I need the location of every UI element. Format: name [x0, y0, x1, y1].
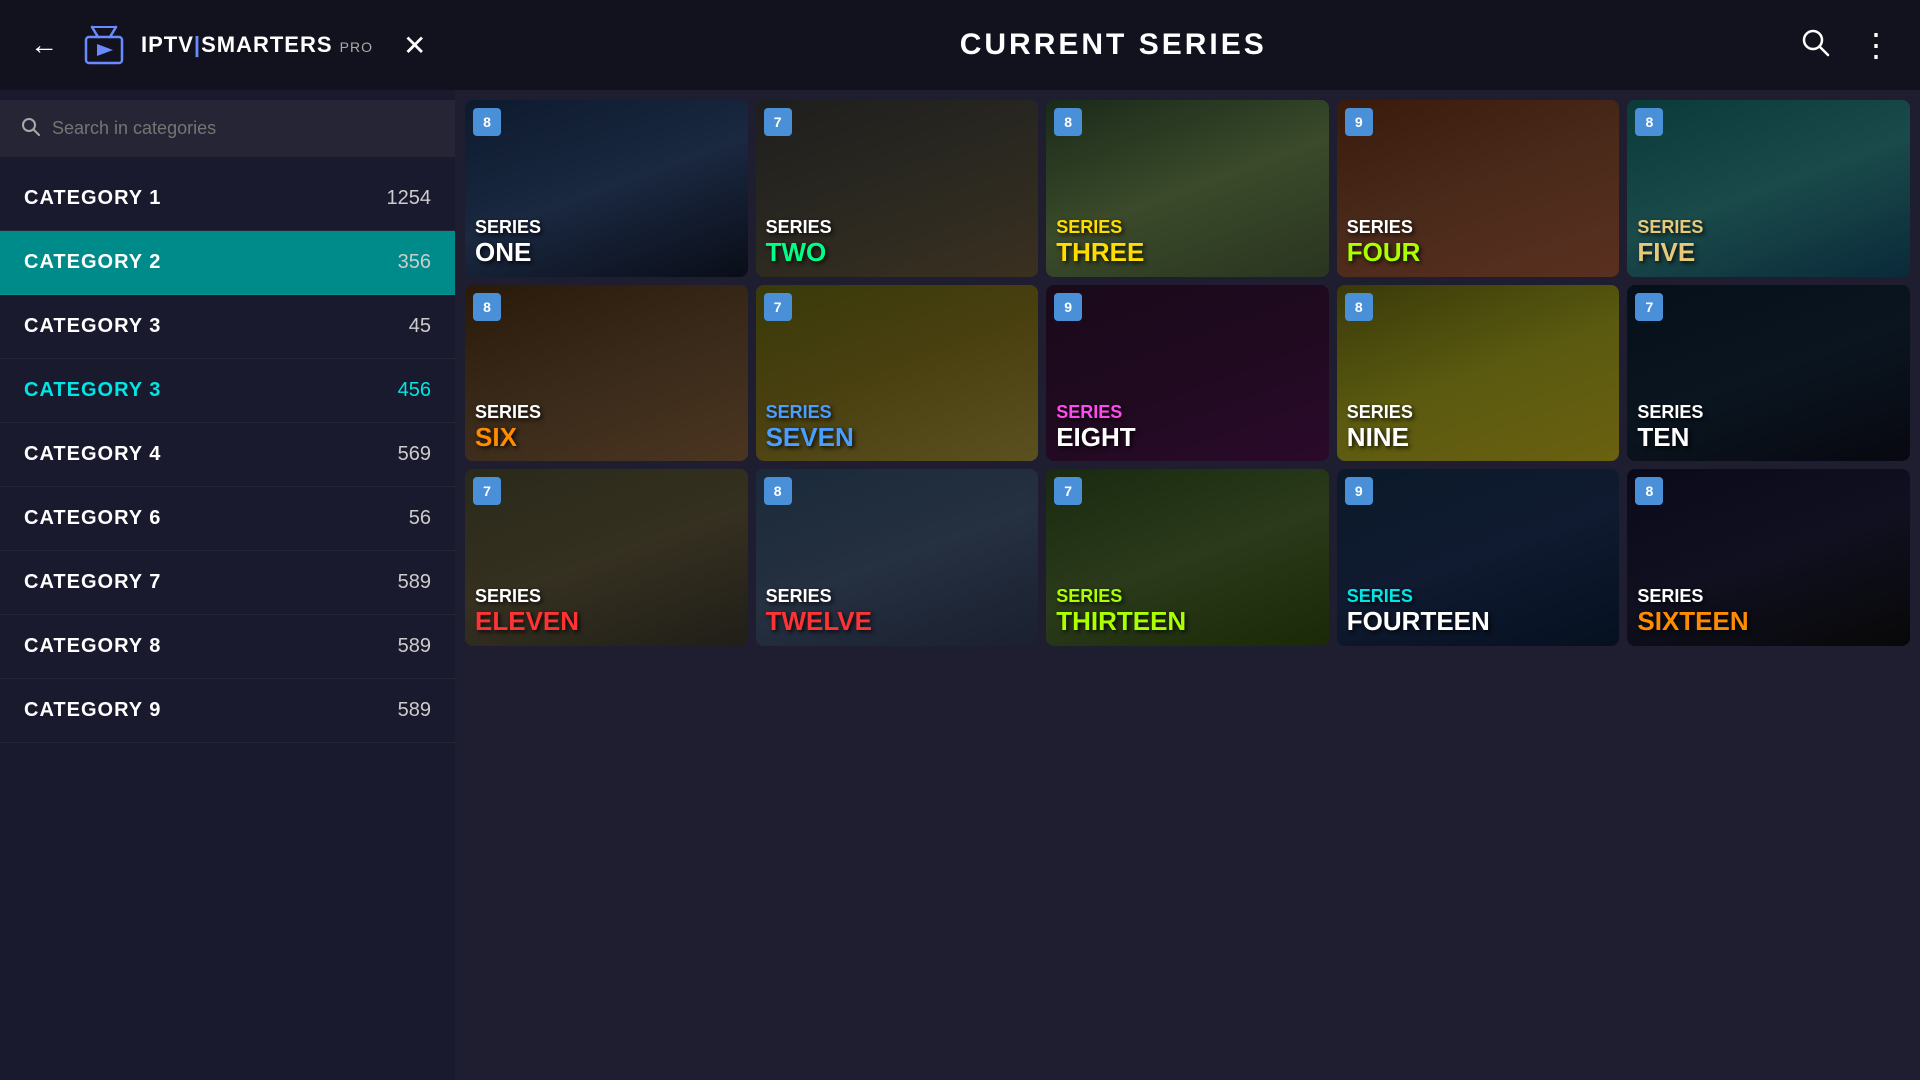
main-content: CATEGORY 1 1254 CATEGORY 2 356 CATEGORY …: [0, 90, 1920, 1080]
category-name: CATEGORY 9: [24, 699, 161, 722]
card-10[interactable]: 7 SERIES TEN: [1627, 285, 1910, 462]
close-button[interactable]: ✕: [403, 29, 426, 62]
card-badge: 7: [764, 108, 792, 136]
card-title: SERIES FOURTEEN: [1347, 587, 1610, 635]
sidebar-item-3[interactable]: CATEGORY 3 456: [0, 359, 455, 423]
card-badge: 8: [1345, 293, 1373, 321]
card-badge: 8: [473, 293, 501, 321]
card-badge: 7: [1054, 477, 1082, 505]
card-title: SERIES SIX: [475, 403, 738, 451]
card-4[interactable]: 9 SERIES FOUR: [1337, 100, 1620, 277]
categories-list: CATEGORY 1 1254 CATEGORY 2 356 CATEGORY …: [0, 167, 455, 743]
card-title: SERIES ELEVEN: [475, 587, 738, 635]
card-badge: 8: [1054, 108, 1082, 136]
category-count: 45: [409, 315, 431, 338]
search-icon[interactable]: [1800, 27, 1830, 64]
card-badge: 7: [764, 293, 792, 321]
search-bar[interactable]: [0, 100, 455, 157]
category-count: 589: [398, 571, 431, 594]
category-count: 456: [398, 379, 431, 402]
card-9[interactable]: 8 SERIES NINE: [1337, 285, 1620, 462]
category-count: 1254: [387, 187, 432, 210]
card-title: SERIES FOUR: [1347, 218, 1610, 266]
sidebar-item-6[interactable]: CATEGORY 7 589: [0, 551, 455, 615]
card-14[interactable]: 9 SERIES FOURTEEN: [1337, 469, 1620, 646]
sidebar-item-2[interactable]: CATEGORY 3 45: [0, 295, 455, 359]
card-badge: 7: [473, 477, 501, 505]
card-12[interactable]: 8 SERIES TWELVE: [756, 469, 1039, 646]
sidebar-item-7[interactable]: CATEGORY 8 589: [0, 615, 455, 679]
category-name: CATEGORY 3: [24, 315, 161, 338]
search-input[interactable]: [52, 118, 435, 139]
card-title: SERIES ONE: [475, 218, 738, 266]
category-name: CATEGORY 8: [24, 635, 161, 658]
header-left: ← IPTV|SMARTERS PRO ✕: [30, 19, 426, 71]
sidebar-item-5[interactable]: CATEGORY 6 56: [0, 487, 455, 551]
card-title: SERIES THREE: [1056, 218, 1319, 266]
back-button[interactable]: ←: [30, 29, 58, 61]
card-title: SERIES FIVE: [1637, 218, 1900, 266]
card-11[interactable]: 7 SERIES ELEVEN: [465, 469, 748, 646]
menu-icon[interactable]: ⋮: [1860, 26, 1890, 64]
sidebar-item-4[interactable]: CATEGORY 4 569: [0, 423, 455, 487]
sidebar-item-8[interactable]: CATEGORY 9 589: [0, 679, 455, 743]
card-badge: 9: [1345, 477, 1373, 505]
header: ← IPTV|SMARTERS PRO ✕ CURRENT SERIES: [0, 0, 1920, 90]
sidebar-item-1[interactable]: CATEGORY 2 356: [0, 231, 455, 295]
card-title: SERIES NINE: [1347, 403, 1610, 451]
card-title: SERIES TWO: [766, 218, 1029, 266]
card-badge: 8: [473, 108, 501, 136]
card-title: SERIES TWELVE: [766, 587, 1029, 635]
header-right: ⋮: [1800, 26, 1890, 64]
category-name: CATEGORY 2: [24, 251, 161, 274]
card-badge: 8: [1635, 108, 1663, 136]
category-count: 589: [398, 699, 431, 722]
category-count: 356: [398, 251, 431, 274]
search-bar-icon: [20, 116, 40, 141]
logo-text: IPTV|SMARTERS PRO: [141, 32, 373, 58]
card-title: SERIES SIXTEEN: [1637, 587, 1900, 635]
card-7[interactable]: 7 SERIES SEVEN: [756, 285, 1039, 462]
sidebar-item-0[interactable]: CATEGORY 1 1254: [0, 167, 455, 231]
card-badge: 8: [1635, 477, 1663, 505]
category-name: CATEGORY 1: [24, 187, 161, 210]
sidebar: CATEGORY 1 1254 CATEGORY 2 356 CATEGORY …: [0, 90, 455, 1080]
page-title: CURRENT SERIES: [960, 28, 1267, 62]
card-title: SERIES SEVEN: [766, 403, 1029, 451]
card-badge: 9: [1345, 108, 1373, 136]
card-6[interactable]: 8 SERIES SIX: [465, 285, 748, 462]
category-count: 589: [398, 635, 431, 658]
card-badge: 8: [764, 477, 792, 505]
card-badge: 9: [1054, 293, 1082, 321]
logo-iptv: IPTV|SMARTERS PRO: [141, 32, 373, 57]
card-13[interactable]: 7 SERIES THIRTEEN: [1046, 469, 1329, 646]
card-15[interactable]: 8 SERIES SIXTEEN: [1627, 469, 1910, 646]
logo-icon: [78, 19, 130, 71]
category-name: CATEGORY 6: [24, 507, 161, 530]
card-8[interactable]: 9 SERIES EIGHT: [1046, 285, 1329, 462]
category-name: CATEGORY 4: [24, 443, 161, 466]
category-count: 56: [409, 507, 431, 530]
card-1[interactable]: 8 SERIES ONE: [465, 100, 748, 277]
card-2[interactable]: 7 SERIES TWO: [756, 100, 1039, 277]
card-3[interactable]: 8 SERIES THREE: [1046, 100, 1329, 277]
card-badge: 7: [1635, 293, 1663, 321]
cards-grid: 8 SERIES ONE 7 SERIES TWO 8 SERIES THREE…: [465, 100, 1910, 646]
card-title: SERIES EIGHT: [1056, 403, 1319, 451]
card-title: SERIES THIRTEEN: [1056, 587, 1319, 635]
card-title: SERIES TEN: [1637, 403, 1900, 451]
category-count: 569: [398, 443, 431, 466]
logo: IPTV|SMARTERS PRO: [78, 19, 373, 71]
category-name: CATEGORY 3: [24, 379, 161, 402]
category-name: CATEGORY 7: [24, 571, 161, 594]
card-5[interactable]: 8 SERIES FIVE: [1627, 100, 1910, 277]
content-area: 8 SERIES ONE 7 SERIES TWO 8 SERIES THREE…: [455, 90, 1920, 1080]
